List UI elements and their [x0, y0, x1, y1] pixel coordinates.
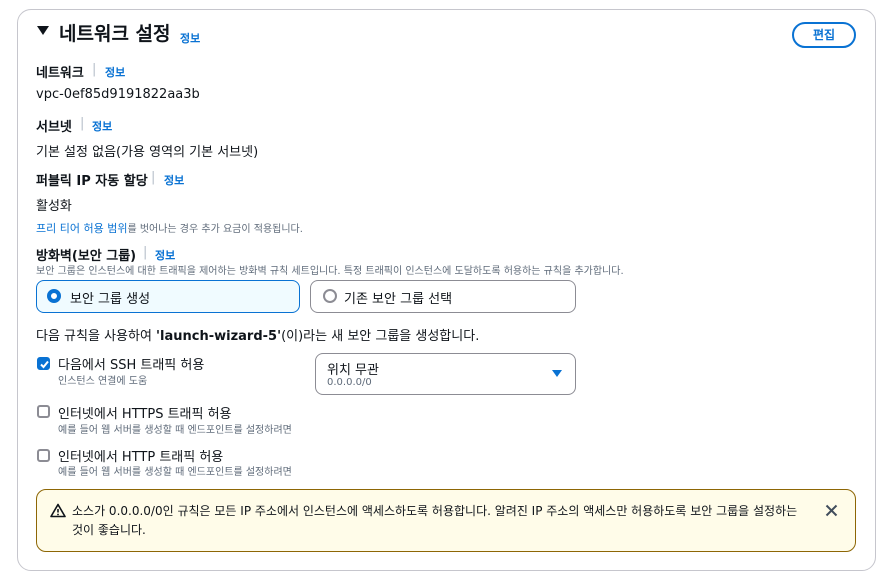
warning-icon	[50, 503, 66, 518]
network-label: 네트워크	[36, 66, 84, 81]
close-icon[interactable]	[825, 504, 838, 517]
divider: |	[92, 62, 97, 77]
ssh-source-cidr: 0.0.0.0/0	[327, 377, 372, 388]
https-checkbox[interactable]	[37, 405, 50, 418]
warning-text: 소스가 0.0.0.0/0인 규칙은 모든 IP 주소에서 인스턴스에 액세스하…	[72, 504, 798, 537]
http-checkbox[interactable]	[37, 449, 50, 462]
ssh-rule-label: 다음에서 SSH 트래픽 허용	[58, 358, 205, 373]
free-tier-note: 프리 티어 허용 범위를 벗어나는 경우 추가 요금이 적용됩니다.	[36, 220, 303, 236]
ssh-source-value: 위치 무관	[327, 363, 379, 378]
ssh-rule-sublabel: 인스턴스 연결에 도움	[58, 376, 148, 387]
divider: |	[151, 170, 156, 185]
divider: |	[143, 245, 148, 260]
check-icon	[40, 360, 49, 369]
ssh-checkbox[interactable]	[37, 357, 50, 370]
network-value: vpc-0ef85d9191822aa3b	[36, 87, 200, 102]
rule-intro-name: 'launch-wizard-5'	[156, 329, 282, 344]
subnet-label: 서브넷	[36, 120, 72, 135]
free-tier-note-text: 를 벗어나는 경우 추가 요금이 적용됩니다.	[127, 224, 303, 235]
subnet-info-link[interactable]: 정보	[92, 118, 112, 134]
subnet-value: 기본 설정 없음(가용 영역의 기본 서브넷)	[36, 145, 259, 160]
section-info-link[interactable]: 정보	[180, 30, 200, 46]
public-ip-value: 활성화	[36, 199, 72, 214]
public-ip-label: 퍼블릭 IP 자동 할당	[36, 174, 148, 189]
section-title: 네트워크 설정	[59, 23, 171, 45]
existing-security-group-radio[interactable]	[323, 289, 337, 303]
dropdown-arrow-icon	[552, 370, 562, 377]
caret-down-icon[interactable]	[37, 26, 49, 35]
network-info-link[interactable]: 정보	[105, 64, 125, 80]
rule-intro: 다음 규칙을 사용하여 'launch-wizard-5'(이)라는 새 보안 …	[36, 325, 479, 344]
edit-button[interactable]: 편집	[792, 22, 856, 48]
firewall-info-link[interactable]: 정보	[155, 247, 175, 263]
public-ip-info-link[interactable]: 정보	[164, 172, 184, 188]
http-rule-sublabel: 예를 들어 웹 서버를 생성할 때 엔드포인트를 설정하려면	[58, 467, 292, 478]
divider: |	[80, 116, 85, 131]
create-security-group-label: 보안 그룹 생성	[70, 292, 151, 307]
https-rule-label: 인터넷에서 HTTPS 트래픽 허용	[58, 407, 232, 422]
rule-intro-suffix: (이)라는 새 보안 그룹을 생성합니다.	[281, 329, 480, 344]
firewall-description: 보안 그룹은 인스턴스에 대한 트래픽을 제어하는 방화벽 규칙 세트입니다. …	[36, 266, 624, 277]
existing-security-group-label: 기존 보안 그룹 선택	[344, 292, 453, 307]
rule-intro-prefix: 다음 규칙을 사용하여	[36, 329, 157, 344]
create-security-group-radio[interactable]	[47, 289, 61, 303]
https-rule-sublabel: 예를 들어 웹 서버를 생성할 때 엔드포인트를 설정하려면	[58, 425, 292, 436]
free-tier-link[interactable]: 프리 티어 허용 범위	[36, 222, 127, 235]
